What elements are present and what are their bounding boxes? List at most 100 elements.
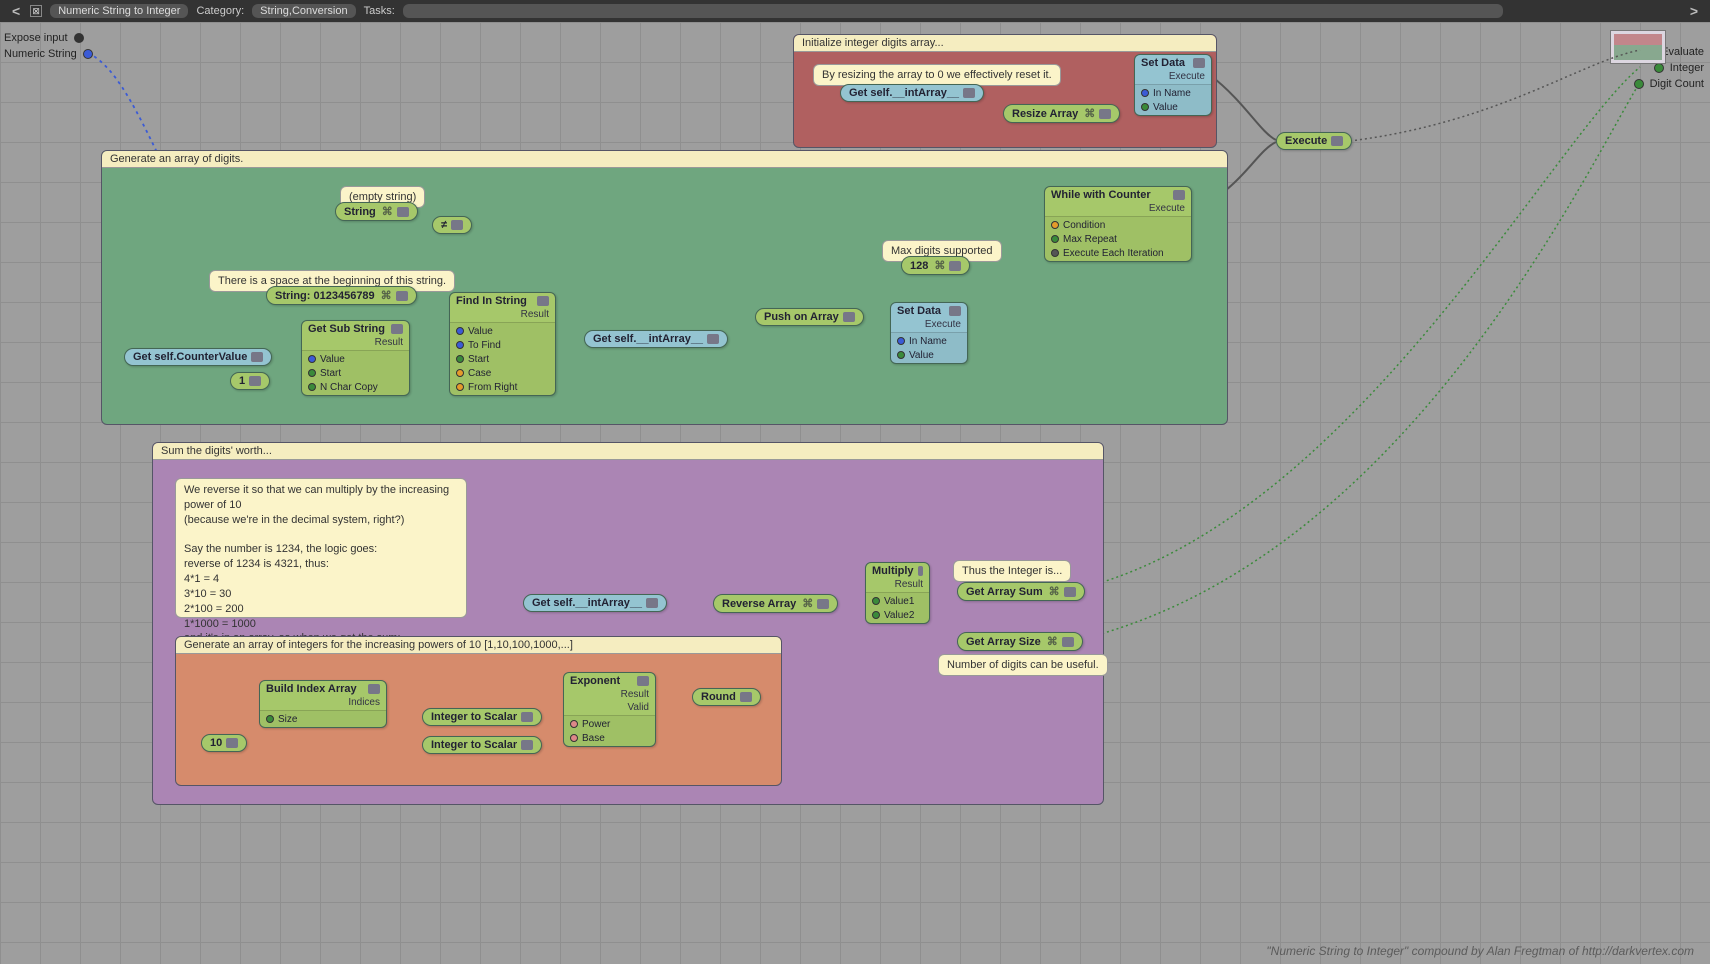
node-get-intarray-1[interactable]: Get self.__intArray__: [840, 84, 984, 102]
node-get-intarray-3[interactable]: Get self.__intArray__: [523, 594, 667, 612]
node-icon: [226, 738, 238, 748]
node-string-digits[interactable]: String: 0123456789⌘: [266, 286, 417, 305]
node-exponent[interactable]: Exponent Result Valid Power Base: [563, 672, 656, 747]
port-value[interactable]: Value: [450, 324, 555, 338]
node-while-counter[interactable]: While with Counter Execute Condition Max…: [1044, 186, 1192, 262]
node-label: Resize Array: [1012, 108, 1078, 120]
node-icon: [963, 88, 975, 98]
node-icon: [391, 324, 403, 334]
node-int-to-scalar-1[interactable]: Integer to Scalar: [422, 708, 542, 726]
port-dot[interactable]: [74, 33, 84, 43]
node-icon: [707, 334, 719, 344]
tasks-label: Tasks:: [364, 5, 395, 17]
node-icon: [521, 712, 533, 722]
port-value1[interactable]: Value1: [866, 594, 929, 608]
node-icon: [1193, 58, 1205, 68]
canvas[interactable]: Expose input Numeric String Evaluate Int…: [0, 22, 1710, 964]
node-not-equal[interactable]: ≠: [432, 216, 472, 234]
port-dot[interactable]: [1654, 63, 1664, 73]
node-label: 128: [910, 260, 928, 272]
link-icon: ⌘: [1049, 585, 1060, 598]
node-icon: [1331, 136, 1343, 146]
port-condition[interactable]: Condition: [1045, 218, 1191, 232]
node-title: Multiply: [872, 565, 914, 577]
node-execute[interactable]: Execute: [1276, 132, 1352, 150]
port-label: Evaluate: [1661, 46, 1704, 58]
tasks-field[interactable]: [403, 4, 1503, 18]
signature: "Numeric String to Integer" compound by …: [1266, 944, 1694, 958]
node-resize-array[interactable]: Resize Array⌘: [1003, 104, 1120, 123]
port-dot[interactable]: [83, 49, 93, 59]
node-icon: [918, 566, 923, 576]
node-push-on-array[interactable]: Push on Array: [755, 308, 864, 326]
port-case[interactable]: Case: [450, 366, 555, 380]
node-set-data-1[interactable]: Set Data Execute In Name Value: [1134, 54, 1212, 116]
port-expose-input: Expose input: [4, 32, 84, 44]
port-numeric-string: Numeric String: [4, 48, 93, 60]
minimap[interactable]: [1610, 30, 1666, 64]
node-icon: [949, 261, 961, 271]
port-max-repeat[interactable]: Max Repeat: [1045, 232, 1191, 246]
node-title: Get Sub String: [308, 323, 385, 335]
port-in-name[interactable]: In Name: [1135, 86, 1211, 100]
port-value[interactable]: Value: [302, 352, 409, 366]
node-string-empty[interactable]: String⌘: [335, 202, 418, 221]
node-label: Get self.__intArray__: [532, 597, 642, 609]
port-ncharcopy[interactable]: N Char Copy: [302, 380, 409, 394]
node-title: Exponent: [570, 675, 620, 687]
node-output: Result: [866, 579, 929, 592]
forward-arrow[interactable]: >: [1684, 3, 1704, 19]
port-start[interactable]: Start: [450, 352, 555, 366]
node-label: Round: [701, 691, 736, 703]
back-arrow[interactable]: <: [6, 3, 26, 19]
node-output-result: Result: [564, 689, 655, 702]
node-icon: [451, 220, 463, 230]
port-power[interactable]: Power: [564, 717, 655, 731]
port-value[interactable]: Value: [1135, 100, 1211, 114]
link-icon: ⌘: [1047, 635, 1058, 648]
category-field[interactable]: String,Conversion: [252, 4, 355, 18]
node-get-sub-string[interactable]: Get Sub String Result Value Start N Char…: [301, 320, 410, 396]
node-counter-value[interactable]: Get self.CounterValue: [124, 348, 272, 366]
comment-thus-int: Thus the Integer is...: [953, 560, 1071, 582]
node-icon: [843, 312, 855, 322]
port-base[interactable]: Base: [564, 731, 655, 745]
node-icon: [817, 599, 829, 609]
port-start[interactable]: Start: [302, 366, 409, 380]
node-value-10[interactable]: 10: [201, 734, 247, 752]
node-output: Result: [302, 337, 409, 350]
node-icon: [251, 352, 263, 362]
node-value-1[interactable]: 1: [230, 372, 270, 390]
node-label: String: 0123456789: [275, 290, 375, 302]
port-in-name[interactable]: In Name: [891, 334, 967, 348]
node-get-array-size[interactable]: Get Array Size ⌘: [957, 632, 1083, 651]
close-icon[interactable]: ⊠: [30, 5, 42, 17]
node-multiply[interactable]: Multiply Result Value1 Value2: [865, 562, 930, 624]
port-value2[interactable]: Value2: [866, 608, 929, 622]
node-reverse-array[interactable]: Reverse Array⌘: [713, 594, 838, 613]
node-find-in-string[interactable]: Find In String Result Value To Find Star…: [449, 292, 556, 396]
node-icon: [368, 684, 380, 694]
node-label: Get Array Size: [966, 636, 1041, 648]
port-value[interactable]: Value: [891, 348, 967, 362]
port-digit-count: Digit Count: [1634, 78, 1704, 90]
compound-name-field[interactable]: Numeric String to Integer: [50, 4, 188, 18]
toolbar: < ⊠ Numeric String to Integer Category: …: [0, 0, 1710, 22]
node-set-data-2[interactable]: Set Data Execute In Name Value: [890, 302, 968, 364]
port-tofind[interactable]: To Find: [450, 338, 555, 352]
node-icon: [949, 306, 961, 316]
node-value-128[interactable]: 128⌘: [901, 256, 970, 275]
port-dot[interactable]: [1634, 79, 1644, 89]
node-icon: [1064, 587, 1076, 597]
node-label: Execute: [1285, 135, 1327, 147]
node-build-index-array[interactable]: Build Index Array Indices Size: [259, 680, 387, 728]
node-get-intarray-2[interactable]: Get self.__intArray__: [584, 330, 728, 348]
port-size[interactable]: Size: [260, 712, 386, 726]
node-int-to-scalar-2[interactable]: Integer to Scalar: [422, 736, 542, 754]
category-label: Category:: [196, 5, 244, 17]
node-get-array-sum[interactable]: Get Array Sum⌘: [957, 582, 1085, 601]
port-exec-iter[interactable]: Execute Each Iteration: [1045, 246, 1191, 260]
node-round[interactable]: Round: [692, 688, 761, 706]
port-fromright[interactable]: From Right: [450, 380, 555, 394]
node-output: Execute: [1135, 71, 1211, 84]
